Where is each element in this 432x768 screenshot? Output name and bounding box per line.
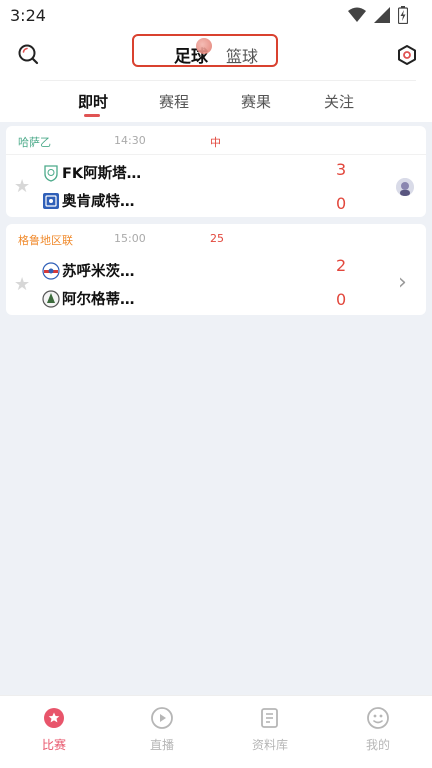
away-team-name: 奥肯咸特… bbox=[62, 194, 135, 210]
away-score: 0 bbox=[336, 194, 347, 213]
card-divider bbox=[6, 154, 426, 155]
signal-icon bbox=[374, 7, 390, 23]
sport-toggle: 足球 篮球 bbox=[132, 34, 278, 67]
document-icon bbox=[261, 708, 278, 728]
tab-schedule[interactable]: 赛程 bbox=[159, 91, 189, 112]
status-icons bbox=[348, 6, 408, 24]
settings-icon[interactable] bbox=[394, 42, 420, 68]
team-logo-icon bbox=[42, 261, 60, 280]
home-team-name: FK阿斯塔… bbox=[62, 166, 142, 182]
away-team-name: 阿尔格蒂… bbox=[62, 292, 135, 308]
home-team: FK阿斯塔… bbox=[42, 162, 141, 183]
smiley-icon bbox=[367, 707, 389, 729]
team-logo-icon bbox=[44, 164, 58, 182]
trophy-icon bbox=[44, 708, 64, 728]
match-card[interactable]: 哈萨乙 14:30 中 ★ FK阿斯塔… 3 奥肯咸特… 0 bbox=[6, 126, 426, 217]
match-card[interactable]: 格鲁地区联 15:00 25 ★ 苏呼米茨… 2 阿尔格蒂… 0 › bbox=[6, 224, 426, 315]
away-team: 奥肯咸特… bbox=[42, 190, 135, 211]
match-time: 14:30 bbox=[114, 134, 146, 147]
status-time: 3:24 bbox=[10, 6, 46, 25]
tap-indicator bbox=[196, 38, 212, 54]
chevron-right-icon[interactable]: › bbox=[398, 270, 407, 295]
battery-icon bbox=[398, 6, 408, 24]
nav-profile[interactable]: 我的 bbox=[348, 706, 408, 753]
home-team: 苏呼米茨… bbox=[42, 260, 135, 281]
active-tab-indicator bbox=[84, 114, 100, 117]
away-score: 0 bbox=[336, 290, 347, 309]
header-divider bbox=[40, 80, 416, 81]
bottom-nav: 比赛 直播 资料库 我的 bbox=[0, 695, 432, 768]
nav-database-label: 资料库 bbox=[251, 738, 288, 752]
match-time: 15:00 bbox=[114, 232, 146, 245]
nav-live[interactable]: 直播 bbox=[132, 706, 192, 753]
league-name: 格鲁地区联 bbox=[18, 234, 73, 247]
nav-profile-label: 我的 bbox=[365, 738, 390, 752]
search-icon[interactable] bbox=[16, 42, 42, 68]
play-icon bbox=[151, 707, 173, 729]
status-bar: 3:24 bbox=[0, 0, 432, 30]
top-header: 足球 篮球 即时 赛程 赛果 关注 bbox=[0, 30, 432, 122]
match-status: 25 bbox=[210, 232, 224, 245]
nav-matches[interactable]: 比赛 bbox=[24, 706, 84, 753]
tab-live[interactable]: 即时 bbox=[78, 91, 108, 112]
tab-basketball[interactable]: 篮球 bbox=[226, 43, 258, 67]
team-logo-icon bbox=[42, 289, 60, 308]
star-icon[interactable]: ★ bbox=[14, 274, 30, 295]
nav-matches-label: 比赛 bbox=[41, 738, 66, 752]
avatar-icon[interactable] bbox=[396, 178, 414, 196]
away-team: 阿尔格蒂… bbox=[42, 288, 135, 309]
star-icon[interactable]: ★ bbox=[14, 176, 30, 197]
wifi-icon bbox=[348, 7, 366, 22]
home-team-name: 苏呼米茨… bbox=[62, 264, 135, 280]
tab-results[interactable]: 赛果 bbox=[241, 91, 271, 112]
nav-database[interactable]: 资料库 bbox=[240, 706, 300, 753]
home-score: 2 bbox=[336, 256, 347, 275]
team-logo-icon bbox=[43, 192, 59, 209]
nav-live-label: 直播 bbox=[149, 738, 174, 752]
tab-following[interactable]: 关注 bbox=[324, 91, 354, 112]
match-status: 中 bbox=[210, 136, 221, 149]
league-name: 哈萨乙 bbox=[18, 136, 51, 149]
home-score: 3 bbox=[336, 160, 347, 179]
